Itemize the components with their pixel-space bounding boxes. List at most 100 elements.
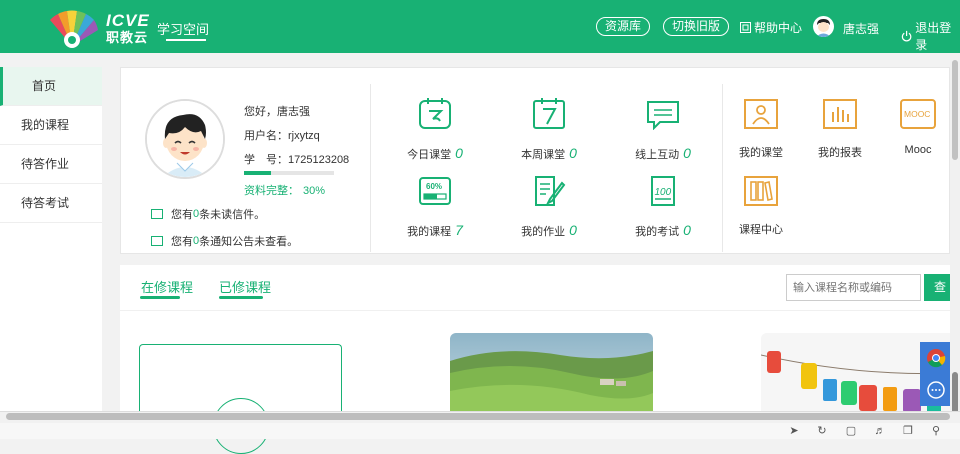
sidebar-item-pending-homework[interactable]: 待答作业	[0, 145, 102, 184]
entry-my-classroom[interactable]: 我的课堂	[726, 98, 796, 160]
stat-label: 我的课程	[407, 226, 452, 238]
clock-bubble-icon	[419, 98, 451, 129]
entry-label: Mooc	[904, 144, 932, 156]
stat-label: 我的作业	[521, 226, 566, 238]
tab-completed-courses[interactable]: 已修课程	[219, 277, 271, 296]
stat-label: 本周课堂	[521, 149, 566, 161]
greeting: 您好，唐志强	[244, 106, 310, 118]
mooc-icon-text: MOOC	[904, 109, 930, 119]
profile-avatar[interactable]	[145, 99, 225, 179]
stat-value: 0	[569, 222, 577, 238]
logo-cn: 职教云	[106, 30, 149, 45]
course-panel: 在修课程 已修课程 查询	[120, 265, 956, 454]
sidebar-item-pending-exams[interactable]: 待答考试	[0, 184, 102, 223]
completeness-progress	[244, 171, 334, 175]
logout-label: 退出登录	[915, 21, 952, 52]
icve-logo-icon	[50, 10, 98, 48]
entry-label: 课程中心	[739, 224, 783, 236]
books-icon	[744, 176, 778, 206]
chrome-icon	[927, 349, 946, 368]
notice-post: 条通知公告未查看。	[199, 236, 299, 248]
username-line: 用户名：rjxytzq	[244, 130, 320, 142]
help-center-link[interactable]: 帮助中心	[740, 19, 802, 36]
profile-card: 您好，唐志强 用户名：rjxytzq 学 号：1725123208 资料完整： 3…	[120, 67, 950, 254]
stat-week-class[interactable]: 本周课堂 0	[499, 98, 599, 162]
stat-value: 0	[569, 145, 577, 161]
stat-my-homework[interactable]: 我的作业 0	[499, 175, 599, 239]
completeness-label: 资料完整：	[244, 185, 299, 197]
landscape-image	[450, 333, 653, 413]
exam-100-icon: 100	[651, 176, 675, 206]
tab-indicator	[219, 296, 263, 299]
resource-library-button[interactable]: 资源库	[596, 17, 651, 36]
stat-value: 0	[455, 145, 463, 161]
stat-label: 线上互动	[635, 149, 680, 161]
progress-60-text: 60%	[426, 182, 442, 191]
entry-my-report[interactable]: 我的报表	[805, 98, 875, 160]
avatar	[813, 16, 834, 37]
volume-icon[interactable]: ♬	[874, 425, 886, 437]
sidebar-item-home[interactable]: 首页	[0, 67, 102, 106]
completeness-text: 资料完整： 30%	[244, 182, 325, 198]
help-icon	[740, 22, 751, 33]
tab-current-courses[interactable]: 在修课程	[141, 277, 193, 296]
entry-course-center[interactable]: 课程中心	[726, 175, 796, 237]
entry-label: 我的报表	[818, 147, 862, 159]
course-search-input[interactable]	[786, 274, 921, 301]
help-label: 帮助中心	[754, 21, 803, 35]
mooc-icon: MOOC	[900, 99, 936, 129]
entry-mooc[interactable]: MOOC Mooc	[883, 98, 953, 156]
trash-icon[interactable]: ▢	[845, 425, 857, 437]
customer-service-button[interactable]	[920, 374, 952, 406]
sidebar-item-my-courses[interactable]: 我的课程	[0, 106, 102, 145]
stat-label: 我的考试	[635, 226, 680, 238]
stat-my-exams[interactable]: 100 我的考试 0	[613, 175, 713, 239]
calendar-7-icon	[533, 98, 565, 129]
entry-label: 我的课堂	[739, 147, 783, 159]
stat-value: 0	[683, 222, 691, 238]
window-icon[interactable]: ❐	[902, 425, 914, 437]
bar-report-icon	[823, 99, 857, 129]
username-label: 唐志强	[843, 21, 880, 36]
stat-label: 今日课堂	[407, 149, 452, 161]
logo-text: ICVE 职教云	[106, 12, 150, 44]
logo-en: ICVE	[106, 11, 150, 30]
unread-mail-notice[interactable]: 您有 0 条未读信件。	[151, 206, 265, 222]
top-header: ICVE 职教云 学习空间 资源库 切换旧版 帮助中心 唐志强 退出登录	[0, 0, 960, 53]
tab-indicator	[140, 296, 180, 299]
horizontal-scroll-thumb[interactable]	[6, 413, 950, 420]
teacher-icon	[744, 99, 778, 129]
mail-pre: 您有	[171, 209, 193, 221]
stat-today-class[interactable]: 今日课堂 0	[385, 98, 485, 162]
stat-my-courses[interactable]: 60% 我的课程 7	[385, 175, 485, 239]
progress-60-icon: 60%	[419, 177, 451, 205]
chrome-float-button[interactable]	[920, 342, 952, 374]
stat-online-interaction[interactable]: 线上互动 0	[613, 98, 713, 162]
chat-icon	[647, 101, 679, 131]
vertical-scroll-thumb[interactable]	[952, 60, 958, 160]
rocket-icon[interactable]: ➤	[788, 425, 800, 437]
course-card-image[interactable]	[450, 333, 653, 413]
notice-pre: 您有	[171, 236, 193, 248]
sidebar: 首页 我的课程 待答作业 待答考试	[0, 67, 102, 412]
mail-post: 条未读信件。	[199, 209, 266, 221]
space-title: 学习空间	[157, 22, 210, 37]
logout-button[interactable]: 退出登录	[901, 19, 960, 53]
user-menu[interactable]: 唐志强	[813, 16, 880, 37]
refresh-icon[interactable]: ↻	[816, 425, 828, 437]
unread-announcement-notice[interactable]: 您有 0 条通知公告未查看。	[151, 233, 298, 249]
divider	[120, 310, 950, 311]
chat-bubble-icon	[927, 381, 945, 399]
title-underline	[166, 39, 206, 41]
stat-value: 7	[455, 222, 463, 238]
divider	[722, 84, 723, 252]
switch-old-version-button[interactable]: 切换旧版	[663, 17, 730, 36]
zoom-icon[interactable]: ⚲	[930, 425, 942, 437]
exam-100-text: 100	[655, 187, 672, 198]
completeness-value: 30%	[303, 185, 326, 197]
divider	[370, 84, 371, 252]
announcement-icon	[151, 236, 163, 246]
student-id-line: 学 号：1725123208	[244, 154, 350, 166]
vertical-scroll-thumb-secondary[interactable]	[952, 372, 958, 416]
mail-icon	[151, 209, 163, 219]
